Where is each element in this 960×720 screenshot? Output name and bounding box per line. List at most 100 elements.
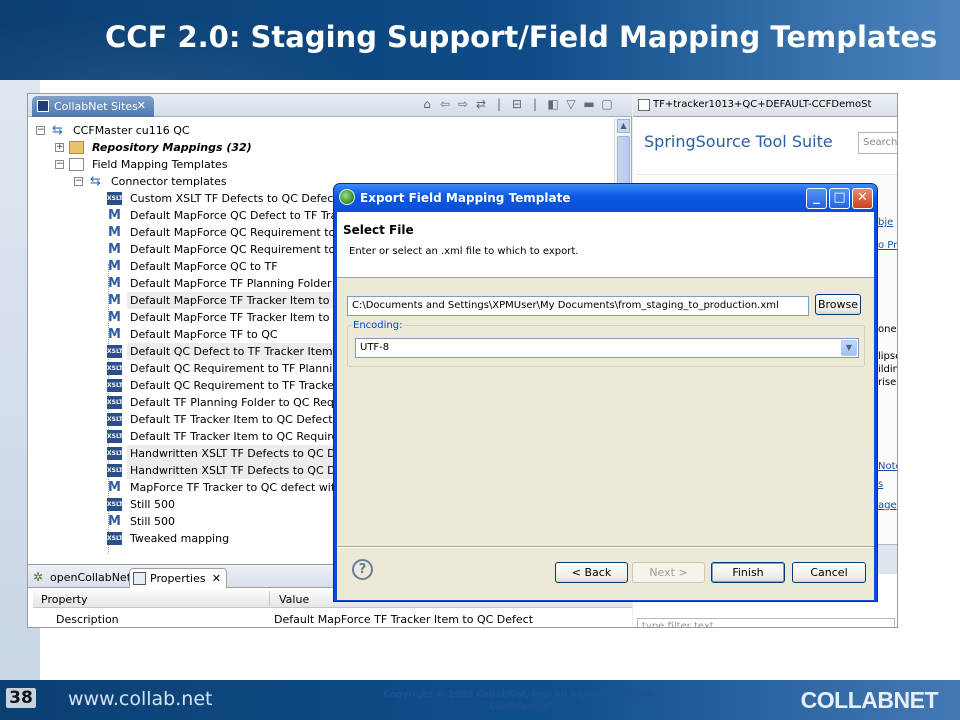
back-button[interactable]: < Back: [555, 562, 628, 583]
dashboard-fragment[interactable]: s: [878, 479, 883, 490]
tree-item-label: Default MapForce TF Planning Folder to Q: [130, 277, 359, 290]
link-with-editor-icon[interactable]: ⇄: [474, 97, 488, 111]
properties-icon: [133, 572, 146, 585]
maximize-window-button[interactable]: □: [829, 188, 850, 209]
chevron-down-icon[interactable]: ▼: [841, 340, 857, 356]
dialog-title-bar[interactable]: Export Field Mapping Template _ □ ✕: [334, 184, 877, 212]
dashboard-fragment[interactable]: age: [878, 500, 897, 511]
encoding-select[interactable]: UTF-8 ▼: [355, 338, 859, 358]
editor-tab-bar: TF+tracker1013+QC+DEFAULT-CCFDemoSt: [633, 94, 897, 117]
mapforce-file-icon: M: [108, 293, 121, 308]
tab-collabnet-sites-label: CollabNet Sites: [54, 100, 138, 113]
tree-item-label: Default MapForce TF to QC: [130, 328, 278, 341]
editor-file-icon: [638, 99, 650, 111]
dashboard-fragment: one: [878, 324, 897, 335]
tree-item-label: Default QC Requirement to TF Planning F: [130, 362, 357, 375]
property-value-cell: Default MapForce TF Tracker Item to QC D…: [274, 613, 534, 626]
xslt-file-icon: XSLT: [107, 464, 123, 477]
collapse-icon[interactable]: −: [36, 126, 45, 135]
dialog-body: Select File Enter or select an .xml file…: [337, 212, 874, 600]
tree-item-label: Default MapForce QC Requirement to TF: [130, 243, 352, 256]
mapforce-file-icon: M: [108, 259, 121, 274]
xslt-file-icon: XSLT: [107, 379, 123, 392]
slide-title: CCF 2.0: Staging Support/Field Mapping T…: [105, 20, 938, 54]
encoding-label: Encoding:: [351, 320, 405, 331]
dashboard-fragment[interactable]: Note: [878, 461, 897, 472]
dialog-title: Export Field Mapping Template: [360, 191, 571, 205]
copyright-line: Copyright © 2008 CollabNet, Inc. All Rig…: [383, 690, 657, 700]
tree-item-label: Connector templates: [111, 175, 227, 188]
tree-item-label: Still 500: [130, 515, 175, 528]
tree-item-label: Default MapForce QC to TF: [130, 260, 278, 273]
collabnet-sites-icon: [37, 100, 49, 112]
help-icon[interactable]: ?: [352, 559, 373, 580]
tree-item-label: Field Mapping Templates: [92, 158, 228, 171]
footer-url: www.collab.net: [68, 688, 213, 710]
file-path-input[interactable]: C:\Documents and Settings\XPMUser\My Doc…: [347, 296, 809, 316]
home-icon[interactable]: ⌂: [420, 97, 434, 111]
expand-icon[interactable]: +: [55, 143, 64, 152]
sites-tab-bar: CollabNet Sites ✕ ⌂ ⇦ ⇨ ⇄ | ⊟ | ◧ ▽ ▬ ▢: [28, 94, 632, 117]
tree-item[interactable]: − Field Mapping Templates: [36, 156, 606, 173]
tree-item-label: Default TF Tracker Item to QC Requireme: [130, 430, 356, 443]
tree-item[interactable]: + Repository Mappings (32): [36, 139, 606, 156]
tab-opencollabnet-label: openCollabNet: [50, 571, 132, 584]
next-button[interactable]: Next >: [632, 562, 705, 583]
dashboard-fragment[interactable]: o Pr: [878, 240, 897, 251]
connector-icon: ⇆: [90, 174, 101, 189]
footer-copyright: Copyright © 2008 CollabNet, Inc. All Rig…: [370, 689, 670, 713]
tree-item-label: Tweaked mapping: [130, 532, 230, 545]
mapforce-file-icon: M: [108, 242, 121, 257]
mapforce-file-icon: M: [108, 310, 121, 325]
encoding-value: UTF-8: [360, 342, 390, 353]
tab-collabnet-sites[interactable]: CollabNet Sites ✕: [32, 96, 154, 117]
cancel-button[interactable]: Cancel: [792, 562, 866, 583]
collapse-all-icon[interactable]: ⊟: [510, 97, 524, 111]
tree-item-label: Default TF Tracker Item to QC Defect: [130, 413, 333, 426]
collapse-icon[interactable]: −: [55, 160, 64, 169]
springsource-title: SpringSource Tool Suite: [644, 132, 833, 151]
filter-input[interactable]: type filter text: [637, 618, 895, 627]
separator-icon: |: [532, 97, 538, 111]
tree-item-label: Default QC Defect to TF Tracker Item: [127, 343, 336, 360]
column-header-value[interactable]: Value: [279, 593, 309, 606]
close-window-button[interactable]: ✕: [852, 188, 873, 209]
mapforce-file-icon: M: [108, 480, 121, 495]
tree-item-label: Default MapForce TF Tracker Item to QC: [127, 292, 353, 309]
document-icon: [69, 158, 84, 171]
close-tab-icon[interactable]: ✕: [212, 572, 221, 585]
tree-item[interactable]: − ⇆ CCFMaster cu116 QC: [36, 122, 606, 139]
collapse-icon[interactable]: −: [74, 177, 83, 186]
minimize-view-icon[interactable]: ▬: [582, 97, 596, 111]
dashboard-fragment: lipse: [878, 351, 897, 362]
xslt-file-icon: XSLT: [107, 430, 123, 443]
folder-icon: [69, 141, 84, 154]
view-menu-icon[interactable]: ▽: [564, 97, 578, 111]
tree-item-label: Repository Mappings (32): [92, 141, 252, 154]
collabnet-logo: COLLABNET: [800, 687, 939, 713]
back-arrow-icon[interactable]: ⇦: [438, 97, 452, 111]
tab-properties[interactable]: Properties ✕: [129, 568, 227, 588]
mapforce-file-icon: M: [108, 327, 121, 342]
tab-tracker-editor[interactable]: TF+tracker1013+QC+DEFAULT-CCFDemoSt: [653, 99, 871, 110]
column-separator[interactable]: [269, 591, 270, 608]
tree-item-label: Custom XSLT TF Defects to QC Defect Te: [130, 192, 353, 205]
dialog-heading: Select File: [343, 223, 414, 237]
mapforce-file-icon: M: [108, 208, 121, 223]
maximize-view-icon[interactable]: ▢: [600, 97, 614, 111]
mapforce-file-icon: M: [108, 514, 121, 529]
dashboard-fragment[interactable]: bje: [878, 217, 893, 228]
xslt-file-icon: XSLT: [107, 396, 123, 409]
scroll-up-icon[interactable]: ▲: [617, 119, 630, 133]
minimize-window-button[interactable]: _: [806, 188, 827, 209]
tab-opencollabnet[interactable]: ✲ openCollabNet: [30, 568, 137, 588]
forward-arrow-icon[interactable]: ⇨: [456, 97, 470, 111]
xslt-file-icon: XSLT: [107, 532, 123, 545]
browse-button[interactable]: Browse: [815, 294, 861, 315]
xslt-file-icon: XSLT: [107, 362, 123, 375]
column-header-property[interactable]: Property: [41, 593, 88, 606]
dashboard-search-input[interactable]: Search: [858, 132, 897, 154]
close-tab-icon[interactable]: ✕: [137, 99, 146, 112]
collabnet-icon[interactable]: ◧: [546, 97, 560, 111]
finish-button[interactable]: Finish: [711, 562, 785, 583]
